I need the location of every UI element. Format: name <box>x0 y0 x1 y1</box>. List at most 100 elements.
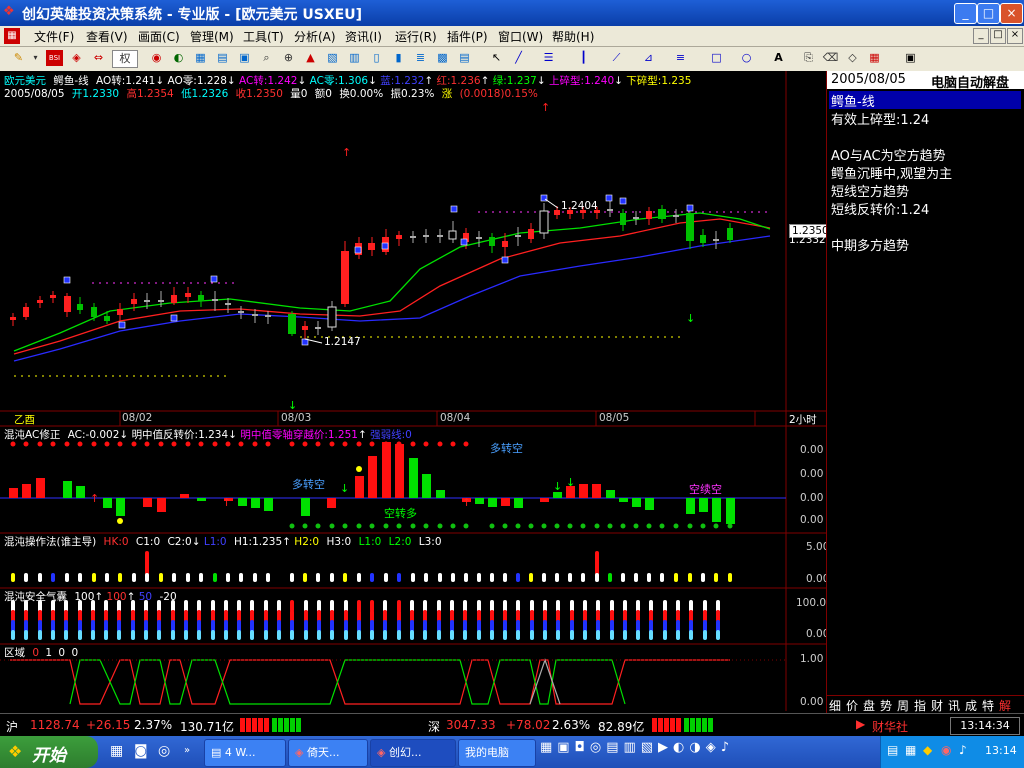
menu-run[interactable]: 运行(R) <box>395 28 437 45</box>
alarm-icon[interactable]: ▲ <box>302 50 319 66</box>
quicklaunch-ie-icon[interactable]: ◎ <box>158 743 170 759</box>
maximize-button[interactable]: □ <box>977 3 1000 24</box>
dropdown-arrow-icon[interactable]: ▾ <box>27 50 44 66</box>
text-tool-icon[interactable]: A <box>770 50 787 66</box>
tray-icon[interactable]: ▦ <box>905 743 916 757</box>
layout-icon[interactable]: ▥ <box>346 50 363 66</box>
quicklaunch-desktop-icon[interactable]: ▦ <box>110 743 123 759</box>
tray-app-icons[interactable]: ▦▣◘◎▤▥▧▶◐◑◈♪ <box>540 740 876 764</box>
window-icon[interactable]: ▣ <box>236 50 253 66</box>
news-icon[interactable]: ▶ <box>856 717 865 731</box>
document-icon[interactable]: ▦ <box>4 28 20 44</box>
tray-icon[interactable]: ◆ <box>923 743 932 757</box>
rect-tool-icon[interactable]: □ <box>708 50 725 66</box>
open-icon[interactable]: ✎ <box>10 50 27 66</box>
menu-file[interactable]: 文件(F) <box>34 28 74 45</box>
menu-info[interactable]: 资讯(I) <box>345 28 382 45</box>
tray-icon[interactable]: ◉ <box>941 743 951 757</box>
menu-manage[interactable]: 管理(M) <box>190 28 234 45</box>
columns-icon[interactable]: ▮ <box>390 50 407 66</box>
eraser-icon[interactable]: ⌫ <box>822 50 839 66</box>
tray-icon[interactable]: ▤ <box>887 743 898 757</box>
task-label: 4 W... <box>224 746 256 759</box>
tab-analysis[interactable]: 解 <box>999 697 1011 714</box>
doc-maximize-button[interactable]: □ <box>990 28 1006 44</box>
volume-icon[interactable]: ♪ <box>959 743 967 757</box>
task-button[interactable]: ▤ 4 W... <box>204 739 286 767</box>
report-icon[interactable]: ▤ <box>456 50 473 66</box>
quan-button[interactable]: 权 <box>112 50 138 68</box>
ellipse-tool-icon[interactable]: ○ <box>738 50 755 66</box>
sh-change: +26.15 <box>86 718 131 732</box>
menu-help[interactable]: 帮助(H) <box>552 28 594 45</box>
pie-icon[interactable]: ◐ <box>170 50 187 66</box>
copy-icon[interactable]: ⎘ <box>800 50 817 66</box>
menu-view[interactable]: 查看(V) <box>86 28 128 45</box>
hline-tool-icon[interactable]: ☰ <box>540 50 557 66</box>
grid-icon[interactable]: ▦ <box>192 50 209 66</box>
formula-icon[interactable]: ▧ <box>324 50 341 66</box>
task-button[interactable]: 我的电脑 <box>458 739 536 767</box>
fib-tool-icon[interactable]: ≡ <box>672 50 689 66</box>
task-button-active[interactable]: ◈ 创幻... <box>370 739 456 767</box>
tab-week[interactable]: 周 <box>897 697 909 714</box>
pointer-icon[interactable]: ↖ <box>488 50 505 66</box>
xaxis-year: 乙酉 <box>14 414 35 426</box>
quicklaunch-media-icon[interactable]: ◙ <box>134 743 148 759</box>
tab-price[interactable]: 价 <box>846 697 858 714</box>
menu-analysis[interactable]: 分析(A) <box>294 28 336 45</box>
menu-window[interactable]: 窗口(W) <box>498 28 543 45</box>
list-icon[interactable]: ≣ <box>412 50 429 66</box>
tab-news[interactable]: 讯 <box>948 697 960 714</box>
stock-icon[interactable]: ◈ <box>68 50 85 66</box>
bsi-icon[interactable]: BSI <box>46 50 63 66</box>
clear-icon[interactable]: ◇ <box>844 50 861 66</box>
zone-axis-label: 1.00 <box>800 653 824 665</box>
app-icon: ◈ <box>377 746 386 759</box>
zone-indicator-canvas[interactable] <box>0 644 786 711</box>
fan-tool-icon[interactable]: ⟋ <box>608 50 625 66</box>
table-icon[interactable]: ▤ <box>214 50 231 66</box>
status-clock: 13:14:34 <box>950 717 1020 735</box>
sz-change: +78.02 <box>506 718 551 732</box>
svg-text:↑: ↑ <box>90 492 99 505</box>
svg-text:↓: ↓ <box>553 480 562 493</box>
color-icon[interactable]: ▦ <box>866 50 883 66</box>
chart-icon[interactable]: ▩ <box>434 50 451 66</box>
taskbar: ❖ 开始 ▦ ◙ ◎ » ▤ 4 W... ◈ 倚天... ◈ 创幻... 我的… <box>0 736 1024 768</box>
close-button[interactable]: × <box>1000 3 1023 24</box>
chart-area[interactable]: 欧元美元 鳄鱼-线 AO转:1.241↓ AO零:1.228↓ AC转:1.24… <box>0 71 833 711</box>
circle-icon[interactable]: ◉ <box>148 50 165 66</box>
gann-tool-icon[interactable]: ⊿ <box>640 50 657 66</box>
airbag-indicator-canvas[interactable] <box>0 588 786 644</box>
tray-clock: 13:14 <box>985 744 1017 757</box>
search-icon[interactable]: ⌕ <box>258 50 275 66</box>
caozuo-indicator-canvas[interactable] <box>0 533 786 588</box>
tab-trade[interactable]: 成 <box>965 697 977 714</box>
tab-detail[interactable]: 细 <box>829 697 841 714</box>
tab-finance[interactable]: 财 <box>931 697 943 714</box>
task-label: 倚天... <box>306 746 340 759</box>
ac-annotation-kongzhuanduo: 空转多 <box>384 507 417 520</box>
vline-tool-icon[interactable]: ┃ <box>575 50 592 66</box>
save-icon[interactable]: ▣ <box>902 50 919 66</box>
news-source[interactable]: 财华社 <box>872 718 908 735</box>
tab-trend[interactable]: 势 <box>880 697 892 714</box>
start-button[interactable]: ❖ 开始 <box>0 736 98 768</box>
zoom-icon[interactable]: ⊕ <box>280 50 297 66</box>
minimize-button[interactable]: _ <box>954 3 977 24</box>
doc-close-button[interactable]: × <box>1007 28 1023 44</box>
tab-index[interactable]: 指 <box>914 697 926 714</box>
quicklaunch-more-icon[interactable]: » <box>184 745 190 756</box>
doc-minimize-button[interactable]: _ <box>973 28 989 44</box>
line-tool-icon[interactable]: ╱ <box>510 50 527 66</box>
arrows-icon[interactable]: ⇔ <box>90 50 107 66</box>
period-label[interactable]: 2小时 <box>789 412 817 427</box>
menu-canvas[interactable]: 画面(C) <box>138 28 180 45</box>
tab-plate[interactable]: 盘 <box>863 697 875 714</box>
tab-special[interactable]: 特 <box>982 697 994 714</box>
task-button[interactable]: ◈ 倚天... <box>288 739 368 767</box>
menu-tools[interactable]: 工具(T) <box>243 28 284 45</box>
menu-plugins[interactable]: 插件(P) <box>447 28 488 45</box>
split-icon[interactable]: ▯ <box>368 50 385 66</box>
